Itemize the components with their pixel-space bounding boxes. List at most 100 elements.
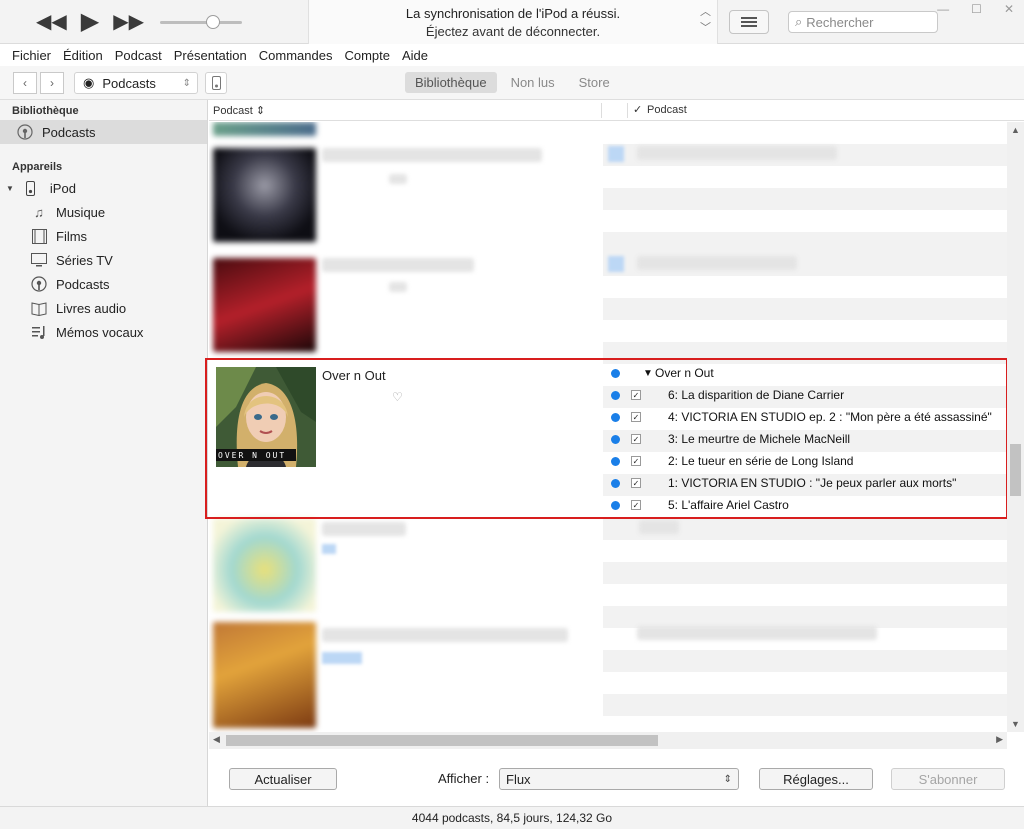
column-podcast-right[interactable]: Podcast: [647, 104, 687, 116]
podcast-artwork-blurred[interactable]: [213, 258, 316, 352]
show-select-value: Flux: [506, 771, 531, 787]
play-icon[interactable]: ▶: [81, 10, 99, 34]
status-scroll-arrows[interactable]: ︿ ﹀: [700, 4, 711, 36]
list-row-bg: [603, 694, 1007, 716]
minimize-icon[interactable]: —: [937, 2, 949, 16]
horizontal-scrollbar[interactable]: ◀ ▶: [209, 732, 1007, 749]
audiobook-icon: [30, 301, 48, 316]
episode-row[interactable]: ✓ 1: VICTORIA EN STUDIO : "Je peux parle…: [603, 472, 1007, 494]
sidebar-item-series-tv[interactable]: Séries TV: [0, 248, 207, 272]
column-podcast-left[interactable]: Podcast ⇕: [213, 104, 265, 117]
episode-group-header[interactable]: ▼ Over n Out: [603, 362, 1007, 384]
heart-icon[interactable]: [389, 282, 407, 292]
sidebar-item-memos-vocaux[interactable]: Mémos vocaux: [0, 320, 207, 344]
scroll-up-arrow-icon[interactable]: ▲: [1011, 125, 1020, 135]
volume-slider[interactable]: [160, 15, 242, 29]
status-line-1: La synchronisation de l'iPod a réussi.: [405, 6, 621, 21]
podcast-artwork-blurred[interactable]: [213, 622, 316, 728]
episode-row[interactable]: ✓ 5: L'affaire Ariel Castro: [603, 494, 1007, 516]
menu-fichier[interactable]: Fichier: [12, 48, 51, 63]
episode-checkbox[interactable]: ✓: [631, 412, 641, 422]
tab-bibliotheque[interactable]: Bibliothèque: [405, 72, 497, 93]
forward-button[interactable]: ›: [40, 72, 64, 94]
sidebar-item-musique[interactable]: ♫ Musique: [0, 200, 207, 224]
chevron-left-icon: ‹: [23, 76, 27, 90]
search-input[interactable]: ⌕ Rechercher: [788, 11, 938, 33]
menu-bar: Fichier Édition Podcast Présentation Com…: [0, 44, 1024, 66]
episode-checkbox[interactable]: ✓: [631, 478, 641, 488]
chevron-down-icon[interactable]: ﹀: [700, 22, 711, 34]
sidebar-item-ipod[interactable]: ▼ iPod: [0, 176, 207, 200]
status-indicator-blurred: [608, 146, 624, 162]
sidebar-item-films[interactable]: Films: [0, 224, 207, 248]
unplayed-dot: [611, 456, 620, 466]
unplayed-dot: [611, 434, 620, 444]
episode-checkbox[interactable]: ✓: [631, 390, 641, 400]
menu-presentation[interactable]: Présentation: [174, 48, 247, 63]
unplayed-dot: [611, 368, 620, 378]
search-icon: ⌕: [795, 14, 803, 29]
column-divider: [627, 103, 628, 118]
menu-commandes[interactable]: Commandes: [259, 48, 333, 63]
up-next-button[interactable]: [729, 10, 769, 34]
menu-edition[interactable]: Édition: [63, 48, 103, 63]
fast-forward-icon[interactable]: ▶▶: [113, 10, 144, 34]
updown-caret-icon: ⇕: [723, 773, 732, 785]
menu-podcast[interactable]: Podcast: [115, 48, 162, 63]
sidebar-item-label: Musique: [56, 204, 106, 220]
disclosure-triangle-icon[interactable]: ▼: [643, 368, 653, 379]
sidebar-item-label: Livres audio: [56, 300, 127, 316]
status-indicator-blurred: [608, 256, 624, 272]
episode-row[interactable]: ✓ 6: La disparition de Diane Carrier: [603, 384, 1007, 406]
vertical-scrollbar[interactable]: ▲ ▼: [1007, 122, 1024, 732]
maximize-icon[interactable]: ☐: [971, 2, 982, 16]
scroll-right-arrow-icon[interactable]: ▶: [996, 734, 1003, 745]
disclosure-triangle-icon[interactable]: ▼: [6, 184, 14, 193]
back-button[interactable]: ‹: [13, 72, 37, 94]
sidebar-item-livres-audio[interactable]: Livres audio: [0, 296, 207, 320]
heart-icon[interactable]: ♡: [392, 390, 403, 404]
sidebar-item-podcasts[interactable]: Podcasts: [0, 120, 207, 144]
scroll-down-arrow-icon[interactable]: ▼: [1011, 719, 1020, 729]
show-select[interactable]: Flux ⇕: [499, 768, 739, 790]
episode-checkbox[interactable]: ✓: [631, 434, 641, 444]
episode-row[interactable]: ✓ 2: Le tueur en série de Long Island: [603, 450, 1007, 472]
podcast-title-blurred: [322, 628, 568, 642]
tab-store[interactable]: Store: [569, 72, 620, 93]
podcast-artwork[interactable]: OVER N OUT: [216, 367, 316, 467]
episode-title: 4: VICTORIA EN STUDIO ep. 2 : "Mon père …: [668, 410, 992, 424]
scrollbar-thumb[interactable]: [1010, 444, 1021, 496]
rewind-icon[interactable]: ◀◀: [36, 10, 67, 34]
close-icon[interactable]: ✕: [1004, 2, 1014, 16]
podcast-icon: [16, 124, 34, 140]
podcast-artwork-blurred[interactable]: [213, 518, 316, 612]
media-kind-selector[interactable]: ◉ Podcasts ⇕: [74, 72, 198, 94]
unplayed-dot: [611, 478, 620, 488]
chevron-up-icon[interactable]: ︿: [700, 6, 711, 18]
device-button[interactable]: [205, 72, 227, 94]
tab-non-lus[interactable]: Non lus: [501, 72, 565, 93]
scrollbar-thumb[interactable]: [226, 735, 658, 746]
podcast-title-blurred: [322, 522, 406, 536]
list-icon: [741, 17, 757, 27]
menu-compte[interactable]: Compte: [344, 48, 390, 63]
heart-icon[interactable]: [389, 174, 407, 184]
menu-aide[interactable]: Aide: [402, 48, 428, 63]
sidebar-item-podcasts-device[interactable]: Podcasts: [0, 272, 207, 296]
updown-caret-icon: ⇕: [182, 77, 191, 89]
settings-button[interactable]: Réglages...: [759, 768, 873, 790]
episode-row[interactable]: ✓ 3: Le meurtre de Michele MacNeill: [603, 428, 1007, 450]
status-indicator-blurred: [322, 652, 362, 664]
refresh-button[interactable]: Actualiser: [229, 768, 337, 790]
podcast-artwork-blurred[interactable]: [213, 122, 316, 136]
list-row-bg: [603, 232, 1007, 254]
scroll-left-arrow-icon[interactable]: ◀: [213, 734, 220, 745]
volume-knob[interactable]: [206, 15, 220, 29]
column-check[interactable]: ✓: [633, 103, 642, 116]
subscribe-button[interactable]: S'abonner: [891, 768, 1005, 790]
episode-checkbox[interactable]: ✓: [631, 500, 641, 510]
list-row-bg: [603, 606, 1007, 628]
episode-row[interactable]: ✓ 4: VICTORIA EN STUDIO ep. 2 : "Mon pèr…: [603, 406, 1007, 428]
episode-checkbox[interactable]: ✓: [631, 456, 641, 466]
podcast-artwork-blurred[interactable]: [213, 148, 316, 242]
